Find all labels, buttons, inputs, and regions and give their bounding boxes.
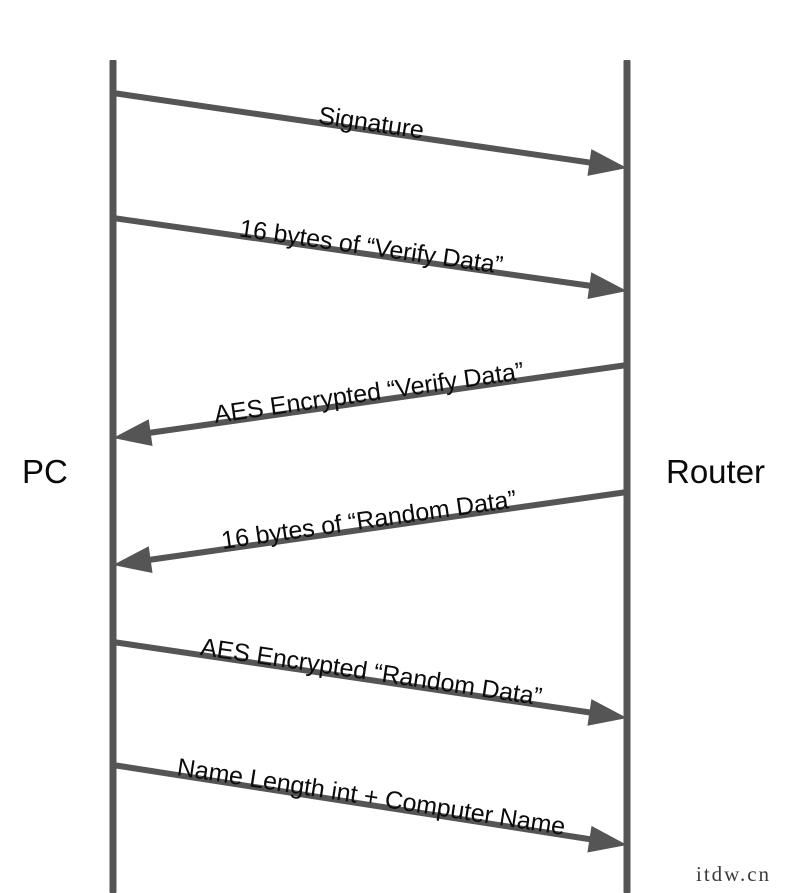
message-label: AES Encrypted “Random Data” <box>199 633 544 711</box>
message-label: Signature <box>317 102 426 145</box>
message-label: 16 bytes of “Random Data” <box>220 485 519 555</box>
message-label: 16 bytes of “Verify Data” <box>238 215 505 280</box>
message-label: AES Encrypted “Verify Data” <box>212 357 526 429</box>
message-label: Name Length int + Computer Name <box>175 753 567 841</box>
message-arrowhead <box>587 825 627 853</box>
message-arrowhead <box>587 272 627 300</box>
message-arrowhead <box>587 149 627 176</box>
message-arrowhead <box>587 699 627 726</box>
message-group <box>112 90 628 853</box>
lifeline-router <box>623 60 631 893</box>
watermark: itdw.cn <box>696 862 772 886</box>
sequence-diagram-canvas: Signature 16 bytes of “Verify Data” AES En… <box>109 60 631 893</box>
lifeline-label-router: Router <box>666 453 766 490</box>
message-label-group: Signature 16 bytes of “Verify Data” AES En… <box>175 102 567 841</box>
message-arrowhead <box>113 419 153 447</box>
message-arrowhead <box>113 546 153 574</box>
sequence-diagram: Signature 16 bytes of “Verify Data” AES En… <box>0 0 800 893</box>
lifeline-label-pc: PC <box>22 453 68 490</box>
